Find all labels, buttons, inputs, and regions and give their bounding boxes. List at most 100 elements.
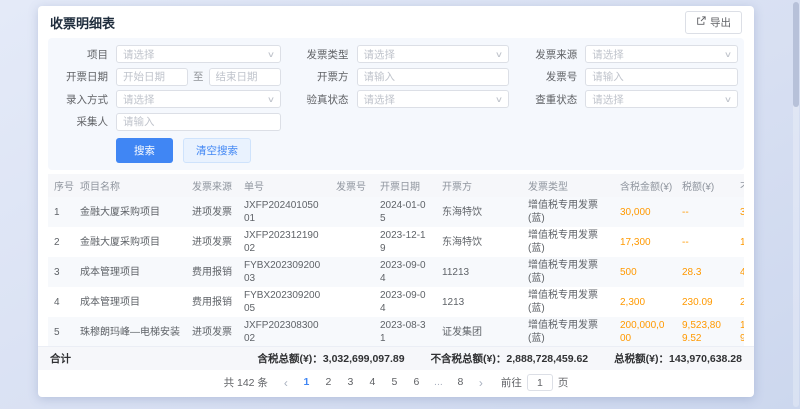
table-cell: 进项发票 <box>186 317 238 346</box>
prev-page-button[interactable]: ‹ <box>279 376 293 390</box>
table-cell: 进项发票 <box>186 197 238 227</box>
filter-actions: 搜索 清空搜索 <box>50 138 738 163</box>
table-cell: 东海特饮 <box>436 227 522 257</box>
project-select[interactable]: 请选择 ∨ <box>116 45 281 63</box>
table-cell: 2 <box>48 227 74 257</box>
table-cell: JXFP20240105001 <box>238 197 330 227</box>
invoice-source-select[interactable]: 请选择 ∨ <box>585 45 738 63</box>
page-button[interactable]: 3 <box>342 374 359 391</box>
table-cell: 9,523,809.52 <box>676 317 734 346</box>
table-cell: 1 <box>48 197 74 227</box>
filter-field-invoice-source: 发票来源 请选择 ∨ <box>519 45 738 63</box>
filter-field-issuer: 开票方 <box>291 67 510 86</box>
field-label: 发票类型 <box>291 47 349 62</box>
page-button[interactable]: 8 <box>452 374 469 391</box>
table-cell: -- <box>676 227 734 257</box>
filter-field-invoice-number: 发票号 <box>519 67 738 86</box>
field-label: 项目 <box>50 47 108 62</box>
date-range-separator: 至 <box>193 69 204 84</box>
field-label: 验真状态 <box>291 92 349 107</box>
table-cell: 200,000,000 <box>614 317 676 346</box>
export-icon <box>696 16 706 29</box>
field-label: 发票号 <box>519 69 577 84</box>
table-cell: 进项发票 <box>186 227 238 257</box>
issuer-input[interactable] <box>357 68 510 86</box>
column-header: 序号 <box>48 174 74 197</box>
pagination: 共 142 条 ‹ 123456... 8 › 前往 页 <box>38 370 754 397</box>
page-button[interactable]: 6 <box>408 374 425 391</box>
table-cell: -- <box>676 197 734 227</box>
search-button[interactable]: 搜索 <box>116 138 173 163</box>
summary-total-label: 合计 <box>50 351 71 366</box>
filter-field-project: 项目 请选择 ∨ <box>50 45 281 63</box>
table-cell: 230.09 <box>676 287 734 317</box>
page-button[interactable]: 1 <box>298 374 315 391</box>
vertical-scrollbar[interactable] <box>793 2 799 407</box>
next-page-button[interactable]: › <box>474 376 488 390</box>
filter-field-invoice-date: 开票日期 至 <box>50 67 281 86</box>
table-cell: 费用报销 <box>186 287 238 317</box>
page-button[interactable]: 5 <box>386 374 403 391</box>
table-cell: 190,476,190.48 <box>734 317 744 346</box>
table-cell: 增值税专用发票(蓝) <box>522 197 614 227</box>
filter-field-invoice-type: 发票类型 请选择 ∨ <box>291 45 510 63</box>
page-ellipsis: ... <box>430 374 447 391</box>
scrollbar-thumb[interactable] <box>793 2 799 107</box>
page-button[interactable]: 4 <box>364 374 381 391</box>
page-title: 收票明细表 <box>50 13 115 32</box>
invoice-date-end-input[interactable] <box>209 68 281 86</box>
field-label: 采集人 <box>50 114 108 129</box>
collector-input[interactable] <box>116 113 281 131</box>
chevron-down-icon: ∨ <box>266 50 274 59</box>
table-cell <box>330 257 374 287</box>
invoice-type-select[interactable]: 请选择 ∨ <box>357 45 510 63</box>
table-cell: FYBX20230920005 <box>238 287 330 317</box>
table-cell <box>330 317 374 346</box>
table-cell: 11213 <box>436 257 522 287</box>
invoice-number-input[interactable] <box>585 68 738 86</box>
main-card: 收票明细表 导出 项目 请选择 ∨ 发票类型 请选择 ∨ <box>38 6 754 397</box>
table-row: 2金融大厦采购项目进项发票JXFP202312190022023-12-19东海… <box>48 227 744 257</box>
entry-method-select[interactable]: 请选择 ∨ <box>116 90 281 108</box>
export-button[interactable]: 导出 <box>685 11 742 34</box>
table-cell <box>330 197 374 227</box>
table-row: 1金融大厦采购项目进项发票JXFP202401050012024-01-05东海… <box>48 197 744 227</box>
total-with-tax: 含税总额(¥)：3,032,699,097.89 <box>257 351 404 366</box>
total-count: 共 142 条 <box>224 375 268 390</box>
invoice-date-start-input[interactable] <box>116 68 188 86</box>
page-jump-input[interactable] <box>527 374 553 391</box>
clear-search-button[interactable]: 清空搜索 <box>183 138 251 163</box>
page-jump: 前往 页 <box>501 374 569 391</box>
table-cell: 增值税专用发票(蓝) <box>522 287 614 317</box>
filter-field-entry-method: 录入方式 请选择 ∨ <box>50 90 281 108</box>
chevron-down-icon: ∨ <box>495 95 503 104</box>
table-cell: 500 <box>614 257 676 287</box>
filter-field-duplicate-status: 查重状态 请选择 ∨ <box>519 90 738 108</box>
table-row: 4成本管理项目费用报销FYBX202309200052023-09-041213… <box>48 287 744 317</box>
summary-bar: 合计 含税总额(¥)：3,032,699,097.89 不含税总额(¥)：2,8… <box>38 346 754 370</box>
card-header: 收票明细表 导出 <box>38 6 754 38</box>
table-cell: FYBX20230920003 <box>238 257 330 287</box>
page-button[interactable]: 2 <box>320 374 337 391</box>
column-header: 项目名称 <box>74 174 186 197</box>
column-header: 含税金额(¥) <box>614 174 676 197</box>
table-cell: 2023-08-31 <box>374 317 436 346</box>
table-cell: 471.7 <box>734 257 744 287</box>
column-header: 单号 <box>238 174 330 197</box>
table-cell: 1213 <box>436 287 522 317</box>
verify-status-select[interactable]: 请选择 ∨ <box>357 90 510 108</box>
column-header: 税额(¥) <box>676 174 734 197</box>
duplicate-status-select[interactable]: 请选择 ∨ <box>585 90 738 108</box>
table-cell: 30,000 <box>734 197 744 227</box>
column-header: 发票号 <box>330 174 374 197</box>
column-header: 不含税金额(¥) <box>734 174 744 197</box>
table-cell: JXFP20230830002 <box>238 317 330 346</box>
field-label: 发票来源 <box>519 47 577 62</box>
table-row: 3成本管理项目费用报销FYBX202309200032023-09-041121… <box>48 257 744 287</box>
table-cell: 增值税专用发票(蓝) <box>522 257 614 287</box>
table-cell: 2023-09-04 <box>374 287 436 317</box>
column-header: 开票方 <box>436 174 522 197</box>
filter-field-verify-status: 验真状态 请选择 ∨ <box>291 90 510 108</box>
chevron-down-icon: ∨ <box>724 95 732 104</box>
table-cell: 2,069.91 <box>734 287 744 317</box>
